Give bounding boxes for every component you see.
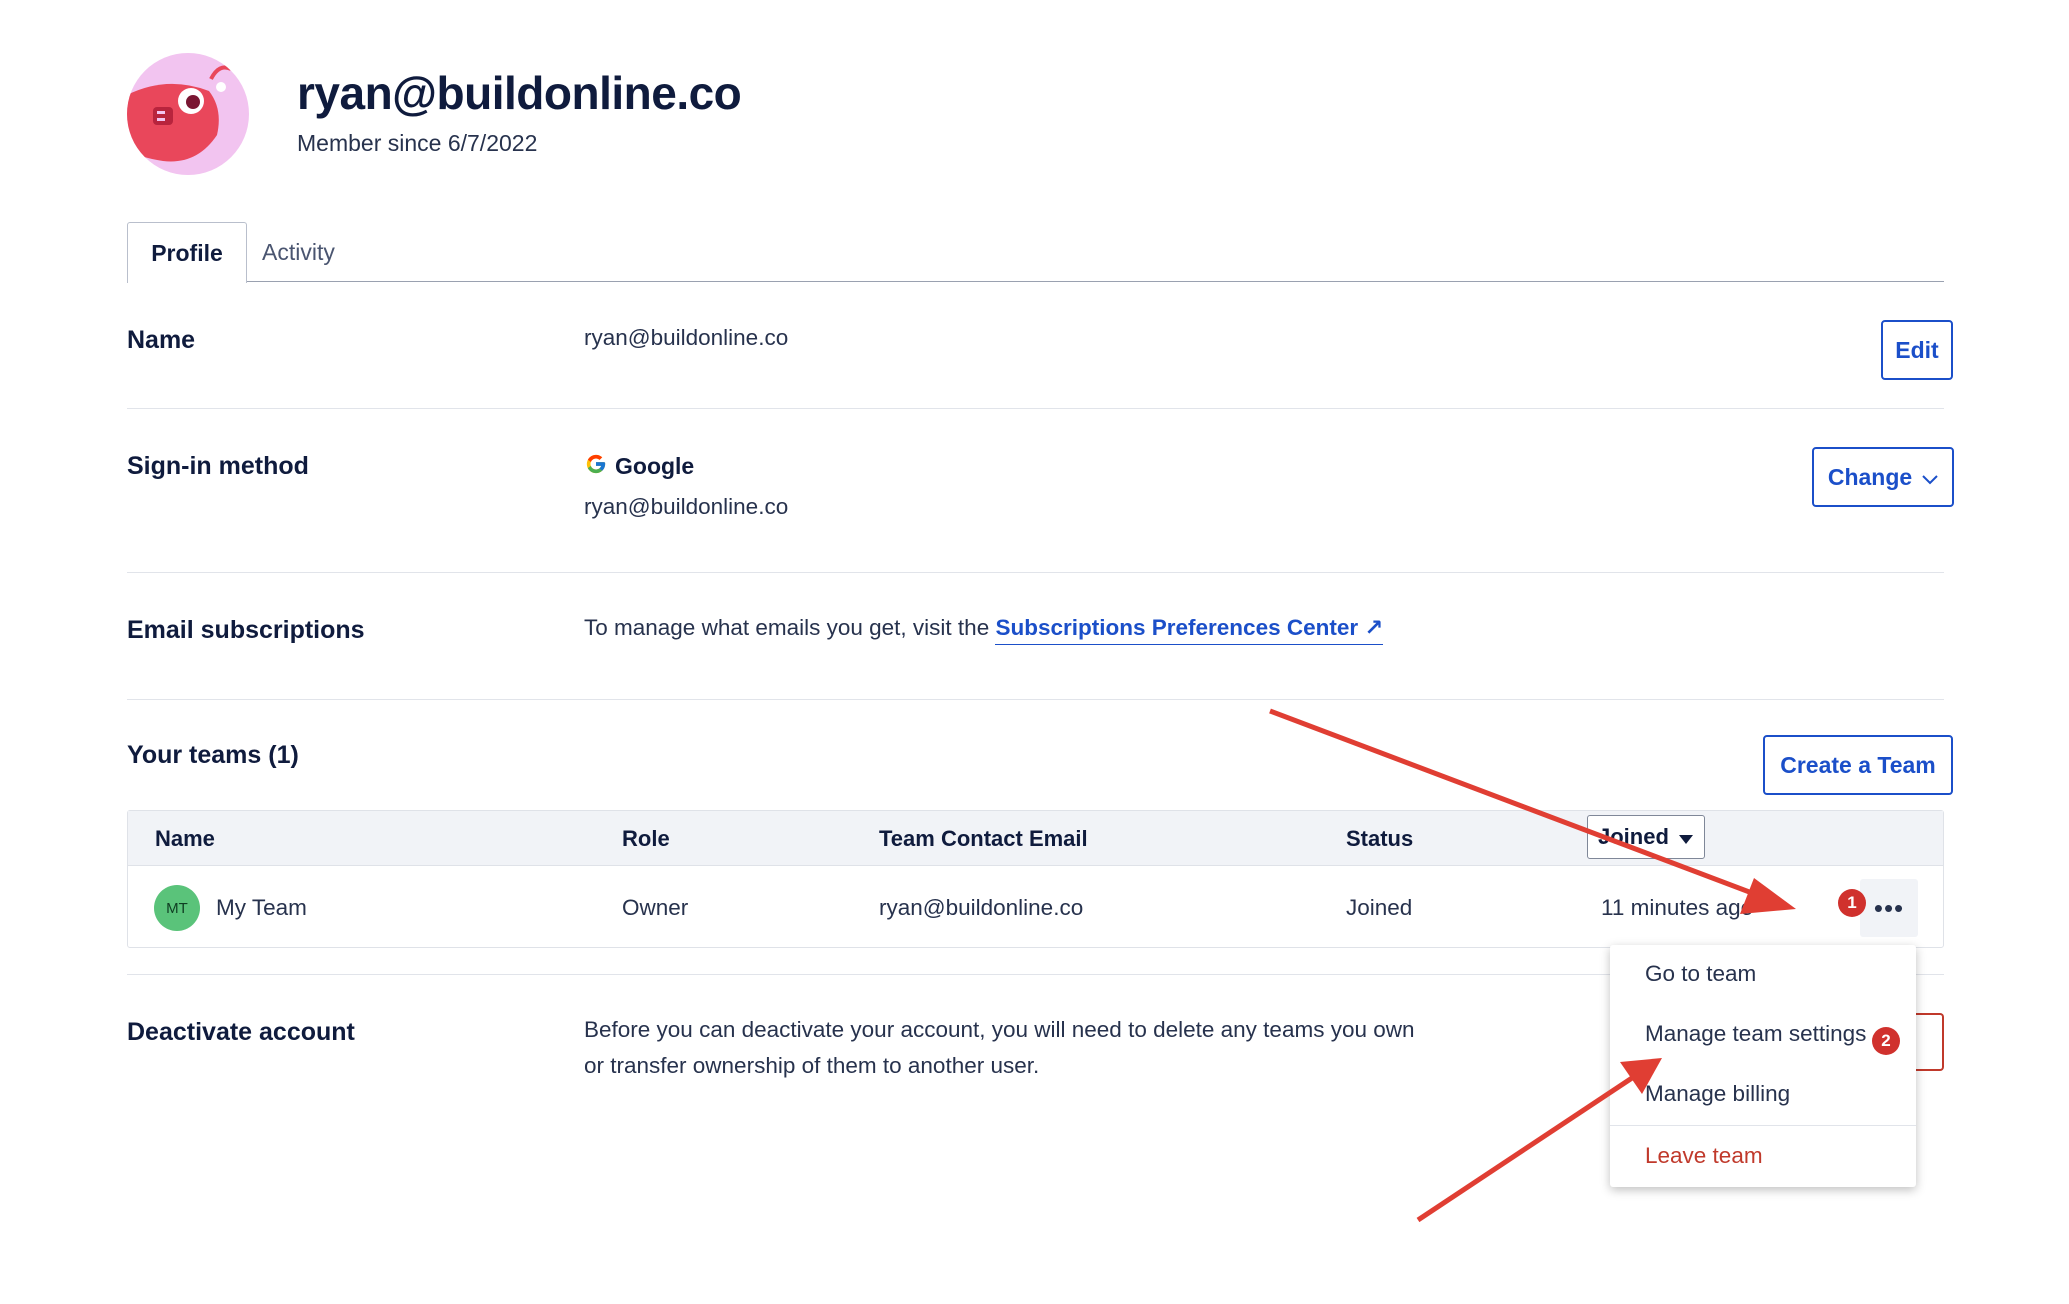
- divider: [127, 408, 1944, 409]
- column-contact-email: Team Contact Email: [879, 826, 1088, 851]
- create-team-button[interactable]: Create a Team: [1763, 735, 1953, 795]
- joined-sort-dropdown[interactable]: Joined: [1587, 815, 1705, 859]
- name-value: ryan@buildonline.co: [584, 325, 789, 350]
- signin-email: ryan@buildonline.co: [584, 494, 789, 519]
- deactivate-text-line2: or transfer ownership of them to another…: [584, 1053, 1040, 1078]
- team-avatar: MT: [154, 885, 200, 931]
- subscriptions-text: To manage what emails you get, visit the: [584, 615, 990, 640]
- deactivate-text-line1: Before you can deactivate your account, …: [584, 1017, 1415, 1042]
- team-actions-menu: Go to team Manage team settings Manage b…: [1610, 945, 1916, 1187]
- column-status: Status: [1346, 826, 1414, 851]
- signin-provider: Google: [585, 453, 694, 480]
- subscriptions-preferences-link[interactable]: Subscriptions Preferences Center ↗: [995, 615, 1384, 645]
- email-subscriptions-text: To manage what emails you get, visit the…: [584, 615, 1384, 645]
- tab-divider: [127, 281, 1944, 282]
- user-email-title: ryan@buildonline.co: [297, 67, 742, 119]
- edit-name-button[interactable]: Edit: [1881, 320, 1953, 380]
- joined-label: Joined: [1598, 824, 1669, 849]
- google-icon: [585, 453, 607, 480]
- annotation-badge-1: 1: [1838, 889, 1866, 917]
- team-contact-email: ryan@buildonline.co: [879, 895, 1084, 920]
- email-subscriptions-label: Email subscriptions: [127, 616, 365, 644]
- change-label: Change: [1827, 463, 1913, 490]
- caret-down-icon: [1678, 824, 1693, 850]
- external-link-icon: ↗: [1364, 615, 1384, 640]
- divider: [127, 699, 1944, 700]
- column-name: Name: [155, 826, 215, 851]
- team-status: Joined: [1346, 895, 1413, 920]
- menu-item-manage-team-settings[interactable]: Manage team settings: [1645, 1021, 1866, 1047]
- table-header: Name Role Team Contact Email Status Join…: [128, 811, 1943, 866]
- annotation-badge-2: 2: [1872, 1027, 1900, 1055]
- more-horizontal-icon: •••: [1873, 892, 1905, 923]
- menu-item-go-to-team[interactable]: Go to team: [1645, 961, 1756, 987]
- deactivate-label: Deactivate account: [127, 1018, 355, 1046]
- change-signin-button[interactable]: Change: [1812, 447, 1954, 507]
- menu-item-leave-team[interactable]: Leave team: [1645, 1143, 1763, 1169]
- chevron-down-icon: [1922, 464, 1938, 491]
- member-since: Member since 6/7/2022: [297, 130, 538, 156]
- tab-activity[interactable]: Activity: [262, 222, 335, 282]
- name-label: Name: [127, 326, 196, 354]
- team-role: Owner: [622, 895, 689, 920]
- user-avatar: [127, 53, 249, 175]
- tab-profile[interactable]: Profile: [127, 222, 247, 283]
- link-text: Subscriptions Preferences Center: [995, 615, 1359, 640]
- provider-name: Google: [615, 453, 695, 479]
- signin-label: Sign-in method: [127, 452, 309, 480]
- your-teams-label: Your teams (1): [127, 741, 299, 769]
- teams-table: Name Role Team Contact Email Status Join…: [127, 810, 1944, 948]
- team-joined: 11 minutes ago: [1601, 895, 1754, 920]
- menu-item-manage-billing[interactable]: Manage billing: [1645, 1081, 1790, 1107]
- menu-divider: [1610, 1125, 1916, 1126]
- row-actions-button[interactable]: •••: [1860, 879, 1918, 937]
- team-name: My Team: [216, 895, 307, 920]
- divider: [127, 572, 1944, 573]
- column-role: Role: [622, 826, 670, 851]
